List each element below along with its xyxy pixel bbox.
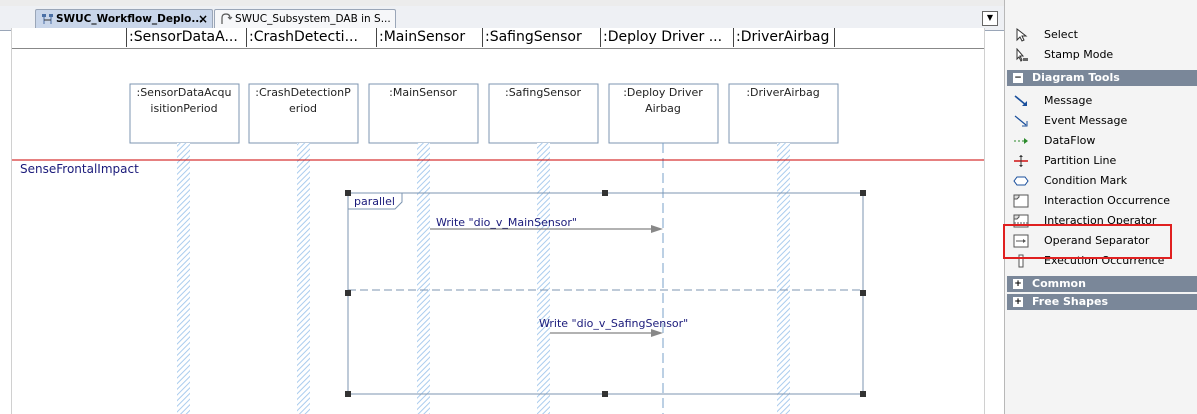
lifeline-name: :SafingSensor (505, 86, 581, 99)
lifeline-name-cont: Airbag (645, 102, 681, 115)
stamp-icon (1016, 48, 1028, 62)
highlight-box (1003, 224, 1172, 259)
palette-section-free-shapes[interactable]: + Free Shapes (1007, 294, 1197, 310)
fragment-operator-label: parallel (354, 195, 395, 208)
lifeline-deploydriverairbag[interactable]: :Deploy Driver Airbag (608, 83, 719, 414)
selection-handle[interactable] (860, 290, 866, 296)
lifeline-mainsensor[interactable]: :MainSensor (368, 83, 479, 414)
selection-handle[interactable] (860, 391, 866, 397)
selection-handle[interactable] (345, 190, 351, 196)
diagram-editor[interactable]: SWUC_Workflow_Deplo... × SWUC_Subsystem_… (0, 0, 1004, 414)
palette-item-message[interactable]: Message (1005, 91, 1197, 111)
activation-bar (417, 143, 430, 414)
interaction-occurrence-icon (1013, 194, 1029, 208)
palette-item-label: Message (1044, 94, 1093, 107)
palette-section-title: Free Shapes (1032, 295, 1109, 308)
lifeline-name: :DriverAirbag (746, 86, 819, 99)
palette-section-title: Common (1032, 277, 1086, 290)
cursor-arrow-icon (1016, 28, 1028, 42)
lifeline-safingsensor[interactable]: :SafingSensor (488, 83, 599, 414)
tool-palette: Select Stamp Mode − Diagram Tools Messag… (1004, 0, 1197, 414)
sequence-diagram-canvas[interactable]: :SensorDataAcqu isitionPeriod :CrashDete… (0, 0, 1004, 414)
lifeline-name: :SensorDataAcqu (136, 86, 231, 99)
lifeline-name: :CrashDetectionP (255, 86, 351, 99)
selection-handle[interactable] (602, 190, 608, 196)
activation-bar (777, 143, 790, 414)
partition-line-icon (1014, 155, 1028, 167)
palette-section-title: Diagram Tools (1032, 71, 1120, 84)
palette-item-label: Condition Mark (1044, 174, 1128, 187)
selection-handle[interactable] (345, 391, 351, 397)
lifeline-sensordataacquisitionperiod[interactable]: :SensorDataAcqu isitionPeriod (129, 83, 240, 414)
dataflow-icon (1014, 138, 1028, 144)
arrow-head-icon (651, 225, 663, 233)
message-arrow-icon (1014, 95, 1027, 106)
condition-mark-icon (1013, 176, 1029, 186)
arrow-head-icon (651, 329, 663, 337)
expand-icon[interactable]: + (1013, 297, 1023, 307)
lifeline-name: :MainSensor (389, 86, 457, 99)
lifeline-crashdetectionperiod[interactable]: :CrashDetectionP eriod (248, 83, 359, 414)
partition-label: SenseFrontalImpact (20, 162, 139, 176)
palette-item-stamp-mode[interactable]: Stamp Mode (1005, 45, 1197, 65)
selection-handle[interactable] (345, 290, 351, 296)
palette-item-label: Interaction Occurrence (1044, 194, 1171, 207)
message-label: Write "dio_v_MainSensor" (436, 216, 577, 229)
palette-item-event-message[interactable]: Event Message (1005, 111, 1197, 131)
lifeline-name: :Deploy Driver (623, 86, 703, 99)
palette-item-partition-line[interactable]: Partition Line (1005, 151, 1197, 171)
palette-item-label: Stamp Mode (1044, 48, 1114, 61)
collapse-icon[interactable]: − (1013, 73, 1023, 83)
activation-bar (297, 143, 310, 414)
palette-item-label: Event Message (1044, 114, 1128, 127)
palette-item-label: Partition Line (1044, 154, 1117, 167)
activation-bar (537, 143, 550, 414)
palette-item-label: Select (1044, 28, 1078, 41)
message-label: Write "dio_v_SafingSensor" (539, 317, 688, 330)
palette-item-select[interactable]: Select (1005, 25, 1197, 45)
lifeline-driverairbag[interactable]: :DriverAirbag (728, 83, 839, 414)
palette-item-dataflow[interactable]: DataFlow (1005, 131, 1197, 151)
selection-handle[interactable] (602, 391, 608, 397)
palette-section-common[interactable]: + Common (1007, 276, 1197, 292)
message-write-safingsensor[interactable]: Write "dio_v_SafingSensor" (539, 317, 688, 337)
lifeline-name-cont: isitionPeriod (150, 102, 217, 115)
lifeline-name-cont: eriod (289, 102, 317, 115)
selection-handle[interactable] (860, 190, 866, 196)
palette-item-interaction-occurrence[interactable]: Interaction Occurrence (1005, 191, 1197, 211)
event-message-icon (1014, 115, 1028, 127)
palette-section-diagram-tools[interactable]: − Diagram Tools (1007, 70, 1197, 86)
palette-item-condition-mark[interactable]: Condition Mark (1005, 171, 1197, 191)
expand-icon[interactable]: + (1013, 279, 1023, 289)
activation-bar (177, 143, 190, 414)
palette-item-label: DataFlow (1044, 134, 1096, 147)
